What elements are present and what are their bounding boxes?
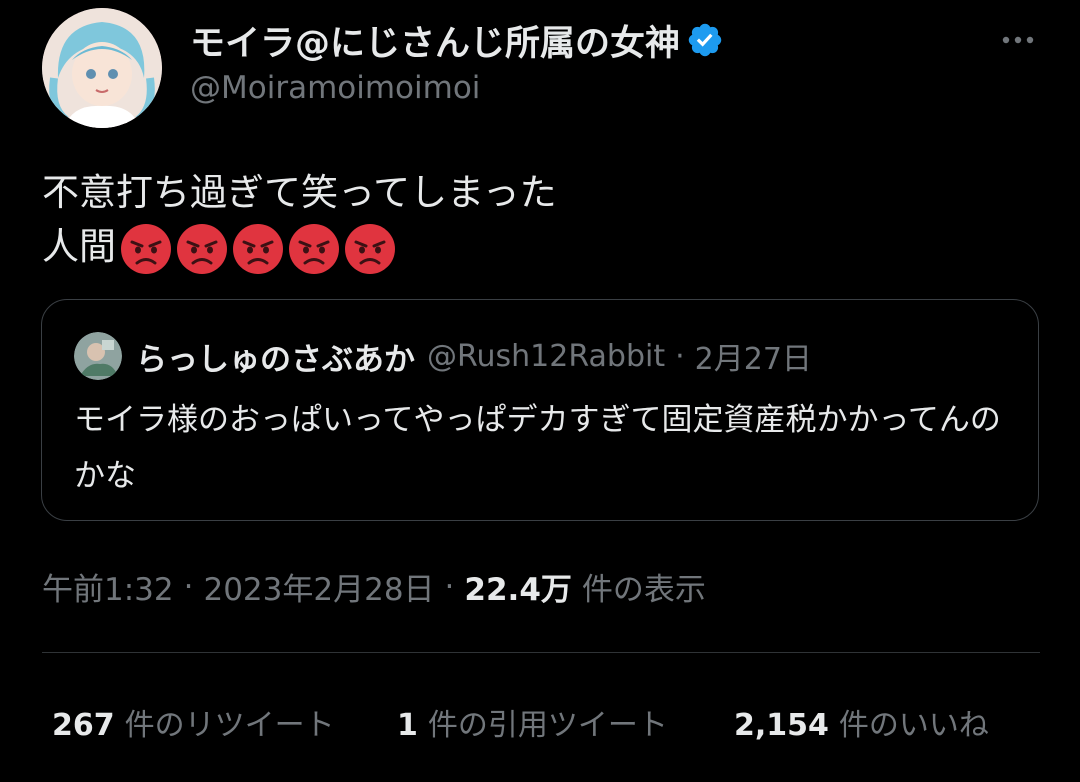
meta-separator: · (183, 568, 194, 605)
divider (42, 652, 1040, 653)
quoted-tweet-card[interactable]: らっしゅのさぶあか @Rush12Rabbit · 2月27日 モイラ様のおっぱ… (41, 299, 1039, 521)
author-info: モイラ@にじさんじ所属の女神 @Moiramoimoimoi (190, 16, 724, 106)
author-handle[interactable]: @Moiramoimoimoi (190, 70, 724, 106)
pouting-face-icon (233, 223, 283, 274)
views-label[interactable]: 件の表示 (582, 564, 706, 609)
quoted-author-name[interactable]: らっしゅのさぶあか (136, 334, 415, 379)
quoted-author-handle[interactable]: @Rush12Rabbit (427, 339, 665, 374)
tweet-text: 不意打ち過ぎて笑ってしまった 人間 (42, 166, 557, 275)
tweet-meta: 午前1:32 · 2023年2月28日 · 22.4万 件の表示 (42, 564, 706, 609)
retweets-stat[interactable]: 267 件のリツイート (52, 700, 335, 744)
likes-label: 件のいいね (838, 708, 989, 743)
engagement-stats: 267 件のリツイート 1 件の引用ツイート 2,154 件のいいね (0, 700, 1080, 743)
retweets-count: 267 (52, 708, 115, 743)
tweet-text-line2-row: 人間 (42, 220, 557, 275)
quoted-tweet-text: モイラ様のおっぱいってやっぱデカすぎて固定資産税かかってんのかな (74, 402, 1001, 494)
quotes-count: 1 (397, 708, 418, 743)
quoted-author-avatar[interactable] (74, 332, 122, 380)
pouting-face-icon (121, 223, 171, 274)
quoted-separator: · (675, 338, 685, 374)
tweet-date[interactable]: 2023年2月28日 (203, 564, 434, 609)
likes-count: 2,154 (734, 708, 829, 743)
tweet-text-line2: 人間 (42, 225, 116, 268)
meta-separator-2: · (444, 568, 455, 605)
pouting-face-icon (345, 223, 395, 274)
retweets-label: 件のリツイート (124, 708, 335, 743)
tweet-time[interactable]: 午前1:32 (42, 564, 174, 609)
quotes-label: 件の引用ツイート (427, 708, 668, 743)
author-display-name[interactable]: モイラ@にじさんじ所属の女神 (190, 15, 680, 66)
pouting-face-icon (177, 223, 227, 274)
display-name-row: モイラ@にじさんじ所属の女神 (190, 16, 724, 64)
more-icon (1002, 36, 1034, 44)
author-avatar[interactable] (42, 8, 162, 128)
tweet-text-line1: 不意打ち過ぎて笑ってしまった (42, 171, 557, 214)
more-options-button[interactable] (998, 26, 1038, 54)
views-count[interactable]: 22.4万 (464, 564, 572, 609)
likes-stat[interactable]: 2,154 件のいいね (734, 700, 989, 744)
quoted-avatar-image (74, 332, 122, 380)
pouting-face-icon (289, 223, 339, 274)
quoted-tweet-date[interactable]: 2月27日 (695, 334, 812, 378)
quotes-stat[interactable]: 1 件の引用ツイート (397, 700, 668, 744)
avatar-image (42, 8, 162, 128)
verified-badge-icon[interactable] (686, 21, 724, 59)
quoted-tweet-header: らっしゅのさぶあか @Rush12Rabbit · 2月27日 (74, 332, 812, 380)
emoji-row (120, 223, 396, 275)
